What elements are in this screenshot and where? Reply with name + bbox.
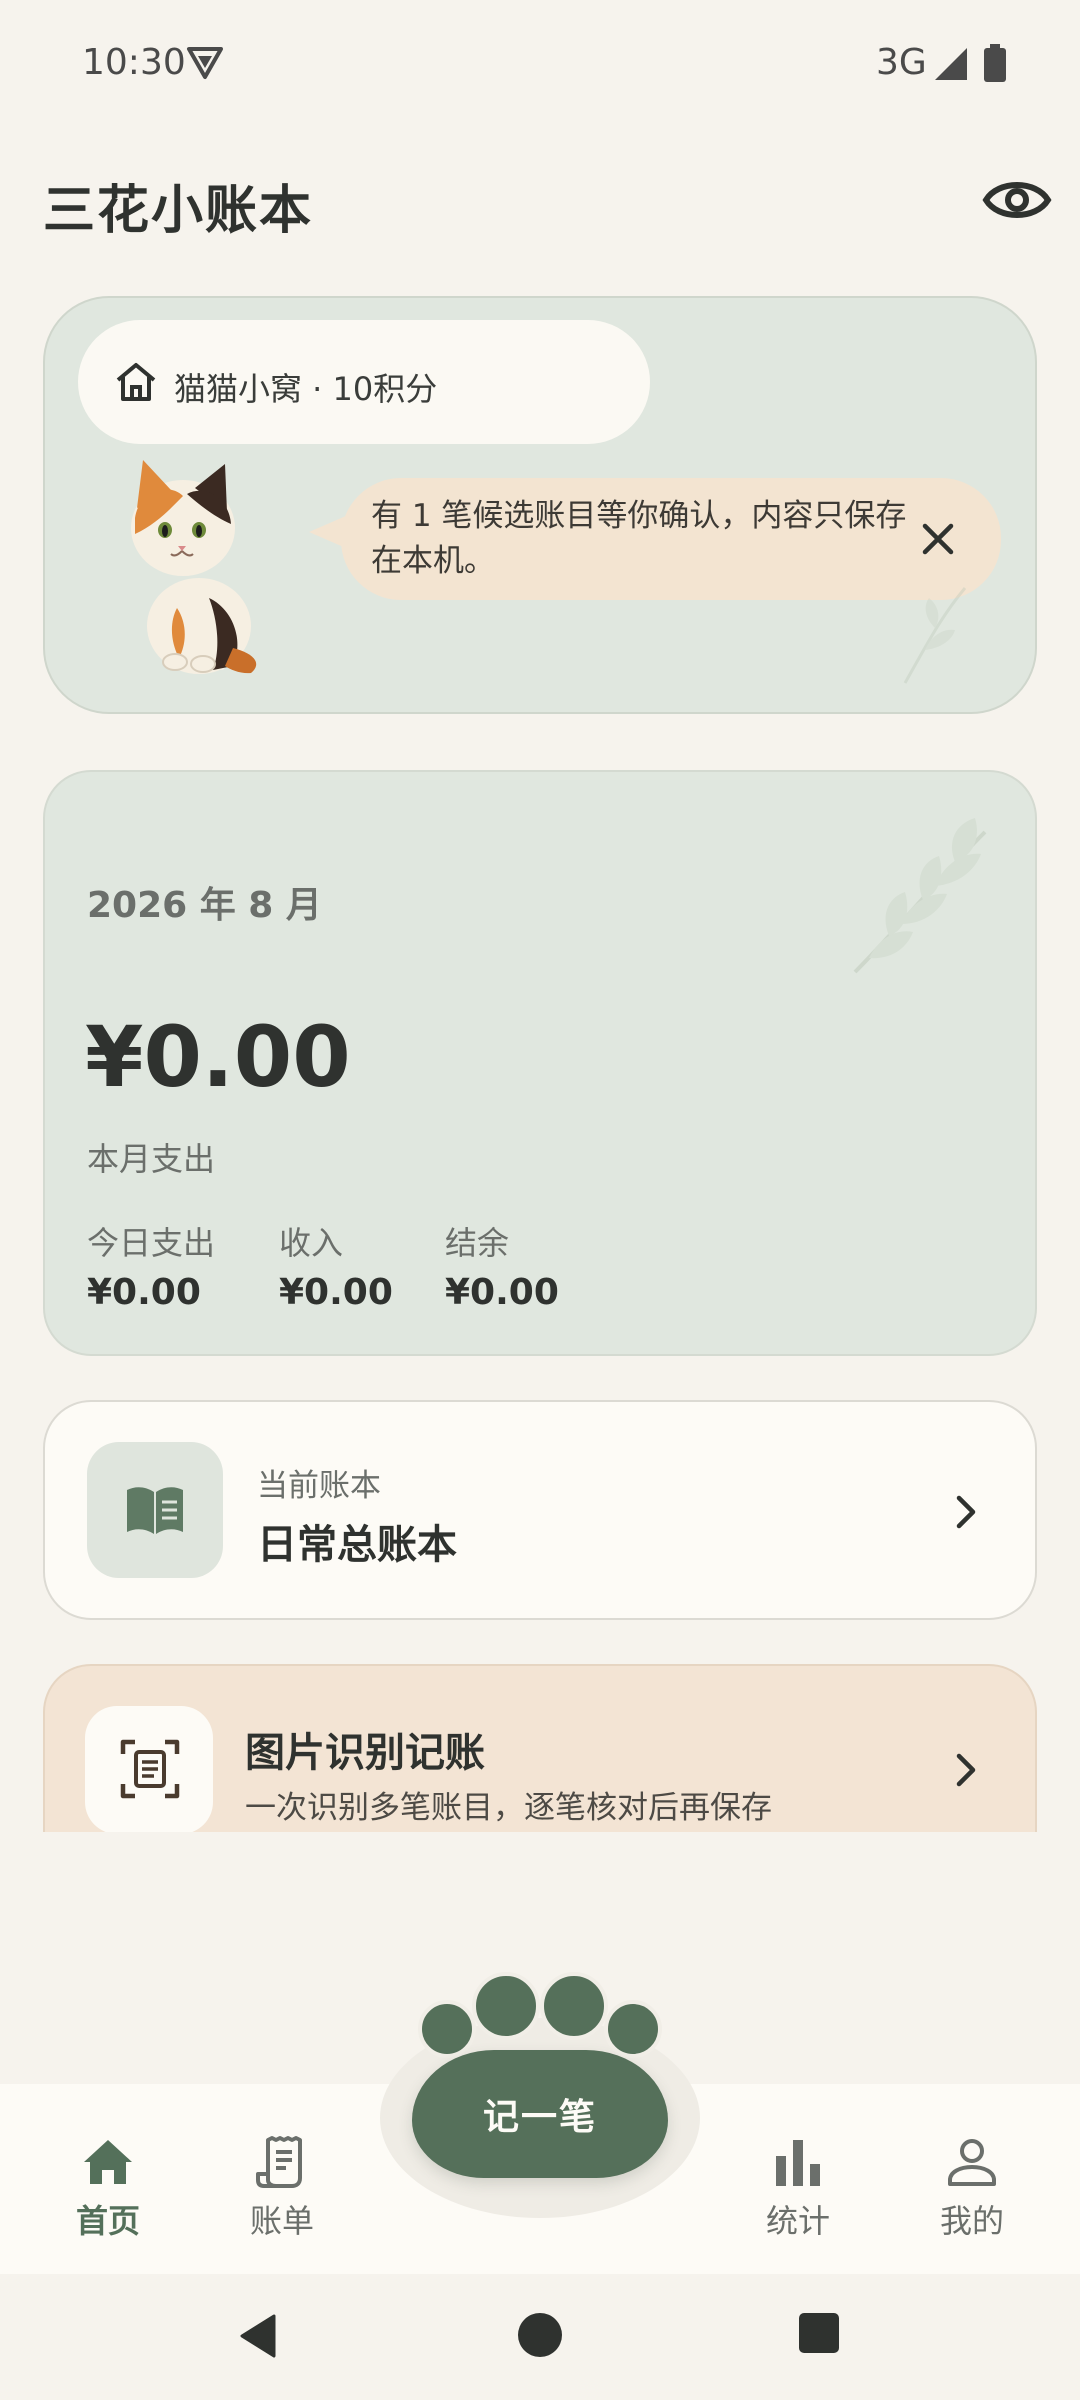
leaf-decoration-icon xyxy=(903,587,967,684)
chevron-right-icon xyxy=(956,1753,976,1787)
eye-icon[interactable] xyxy=(982,170,1052,230)
bar-chart-icon xyxy=(776,2140,820,2186)
stat-label: 结余 xyxy=(445,1224,510,1262)
add-record-label: 记一笔 xyxy=(482,2097,597,2138)
stat-label: 今日支出 xyxy=(87,1224,216,1262)
paw-toe xyxy=(540,1972,608,2040)
person-icon xyxy=(948,2139,996,2186)
nav-item-bills[interactable]: 账单 xyxy=(202,2084,362,2274)
image-recognition-card[interactable]: 图片识别记账 一次识别多笔账目，逐笔核对后再保存 xyxy=(43,1664,1037,1832)
speech-bubble-text: 有 1 笔候选账目等你确认，内容只保存在本机。 xyxy=(371,498,907,579)
vpn-shield-icon xyxy=(187,47,223,79)
ledger-title: 日常总账本 xyxy=(257,1522,457,1568)
stat-balance: 结余 ¥0.00 xyxy=(445,1218,559,1313)
calico-cat-illustration xyxy=(131,460,257,674)
nav-label-profile: 我的 xyxy=(939,2202,1004,2240)
ledger-subtitle: 当前账本 xyxy=(257,1468,381,1504)
image-recognition-title: 图片识别记账 xyxy=(245,1730,485,1776)
image-recognition-subtitle: 一次识别多笔账目，逐笔核对后再保存 xyxy=(245,1790,772,1826)
stat-value: ¥0.00 xyxy=(445,1272,559,1313)
system-navigation-bar xyxy=(0,2274,1080,2400)
stat-label: 收入 xyxy=(279,1224,344,1262)
monthly-summary-card[interactable]: 2026 年 8 月 ¥0.00 本月支出 今日支出 ¥0.00 收入 ¥0.0… xyxy=(43,770,1037,1356)
add-record-paw-button[interactable]: 记一笔 xyxy=(412,2050,668,2178)
ledger-icon-box xyxy=(87,1442,223,1578)
home-icon xyxy=(84,2140,132,2184)
nav-label-home: 首页 xyxy=(75,2202,140,2240)
nav-label-stats: 统计 xyxy=(765,2202,830,2240)
stat-today-expense: 今日支出 ¥0.00 xyxy=(87,1218,215,1313)
status-bar: 10:30 3G xyxy=(0,0,1080,130)
nav-item-profile[interactable]: 我的 xyxy=(892,2084,1052,2274)
document-scan-icon xyxy=(120,1739,180,1799)
monthly-expense-label: 本月支出 xyxy=(87,1140,216,1178)
home-outline-icon xyxy=(116,363,156,401)
stat-value: ¥0.00 xyxy=(279,1272,393,1313)
status-time: 10:30 xyxy=(82,42,186,83)
scan-icon-box xyxy=(85,1706,213,1832)
stat-income: 收入 ¥0.00 xyxy=(279,1218,393,1313)
page-title: 三花小账本 xyxy=(43,181,314,241)
nav-item-stats[interactable]: 统计 xyxy=(718,2084,878,2274)
cat-home-label: 猫猫小窝 · 10积分 xyxy=(174,370,438,408)
nav-label-bills: 账单 xyxy=(249,2202,314,2240)
cat-home-button[interactable]: 猫猫小窝 · 10积分 xyxy=(78,320,650,444)
home-circle-icon[interactable] xyxy=(517,2312,563,2358)
paw-toe xyxy=(418,2000,476,2058)
receipt-icon xyxy=(256,2136,302,2188)
leaf-decoration-icon xyxy=(853,818,987,974)
monthly-expense-amount: ¥0.00 xyxy=(85,1008,351,1106)
month-label: 2026 年 8 月 xyxy=(87,885,322,926)
stat-value: ¥0.00 xyxy=(87,1272,201,1313)
paw-toe xyxy=(472,1972,540,2040)
recent-apps-icon[interactable] xyxy=(798,2312,840,2354)
paw-toe xyxy=(604,2000,662,2058)
battery-icon xyxy=(984,44,1006,82)
signal-icon xyxy=(935,48,967,80)
chevron-right-icon xyxy=(956,1495,976,1529)
close-icon[interactable] xyxy=(913,514,963,564)
back-icon[interactable] xyxy=(234,2312,282,2360)
nav-item-home[interactable]: 首页 xyxy=(28,2084,188,2274)
network-type: 3G xyxy=(876,42,927,83)
open-book-icon xyxy=(127,1487,183,1534)
current-ledger-card[interactable]: 当前账本 日常总账本 xyxy=(43,1400,1037,1620)
scroll-viewport-clip: 图片识别记账 一次识别多笔账目，逐笔核对后再保存 xyxy=(0,1660,1080,1832)
cat-card: 猫猫小窝 · 10积分 有 1 笔候选账目等你确认，内容只保存在本机。 xyxy=(43,296,1037,714)
